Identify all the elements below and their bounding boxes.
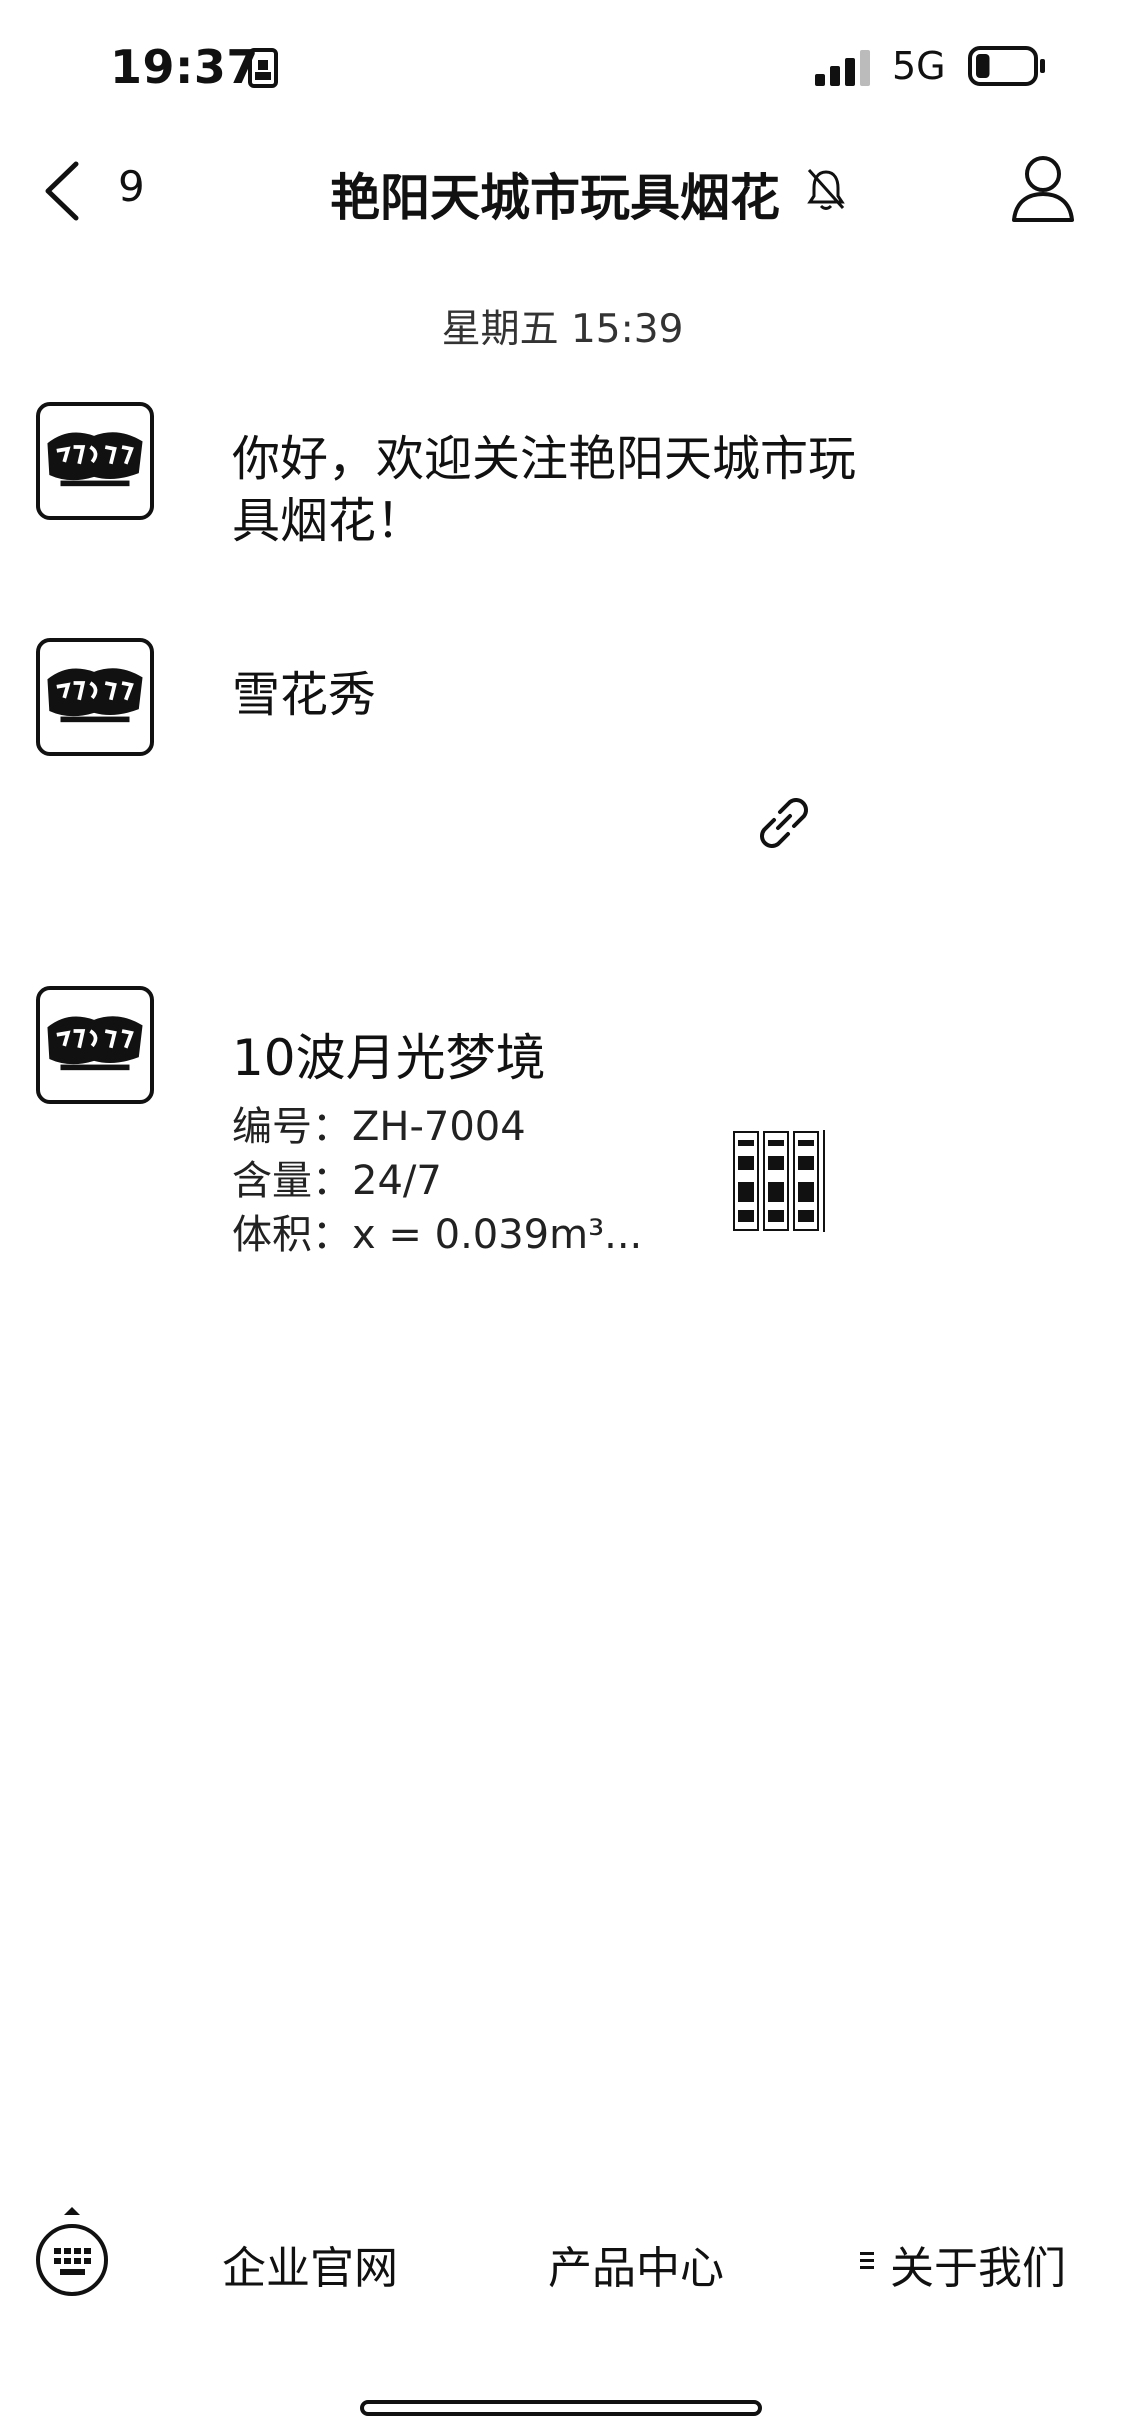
cellular-signal-icon [815, 50, 870, 86]
product-spec-code: 编号：ZH-7004 [232, 1104, 526, 1150]
profile-icon[interactable] [1010, 152, 1076, 224]
product-spec-content: 含量：24/7 [232, 1158, 442, 1204]
product-title[interactable]: 10波月光梦境 [232, 1018, 546, 1090]
link-icon[interactable] [748, 788, 818, 858]
keyboard-icon[interactable] [34, 2222, 110, 2298]
product-thumbnail[interactable] [730, 1126, 830, 1236]
account-avatar[interactable] [36, 986, 154, 1104]
back-chevron-icon[interactable] [40, 158, 86, 224]
message-line: 你好，欢迎关注艳阳天城市玩 [232, 431, 857, 487]
chat-timestamp: 星期五 15:39 [441, 307, 684, 352]
message-text: 你好，欢迎关注艳阳天城市玩 具烟花！ [232, 428, 856, 552]
home-indicator[interactable] [360, 2400, 762, 2416]
unread-count[interactable]: 9 [118, 162, 145, 211]
mute-bell-icon [807, 168, 845, 210]
menu-item-products[interactable]: 产品中心 [548, 2232, 724, 2296]
menu-item-about[interactable]: 关于我们 [890, 2232, 1066, 2296]
battery-icon [968, 46, 1045, 86]
message-line: 具烟花！ [232, 493, 425, 549]
account-avatar[interactable] [36, 638, 154, 756]
menu-list-icon [860, 2252, 874, 2269]
chat-screen: 19:37 5G 9 艳阳天城市玩具烟花 星期五 15:39 你好，欢迎关注艳阳… [0, 0, 1125, 2436]
chevron-up-icon[interactable] [62, 2205, 82, 2217]
status-time: 19:37 [110, 40, 259, 94]
menu-item-website[interactable]: 企业官网 [222, 2232, 398, 2296]
product-spec-volume: 体积：x = 0.039m³... [232, 1212, 643, 1258]
portrait-lock-icon [248, 48, 278, 88]
message-link-title[interactable]: 雪花秀 [232, 664, 376, 726]
account-avatar[interactable] [36, 402, 154, 520]
chat-title: 艳阳天城市玩具烟花 [330, 169, 780, 227]
network-type: 5G [892, 44, 946, 88]
